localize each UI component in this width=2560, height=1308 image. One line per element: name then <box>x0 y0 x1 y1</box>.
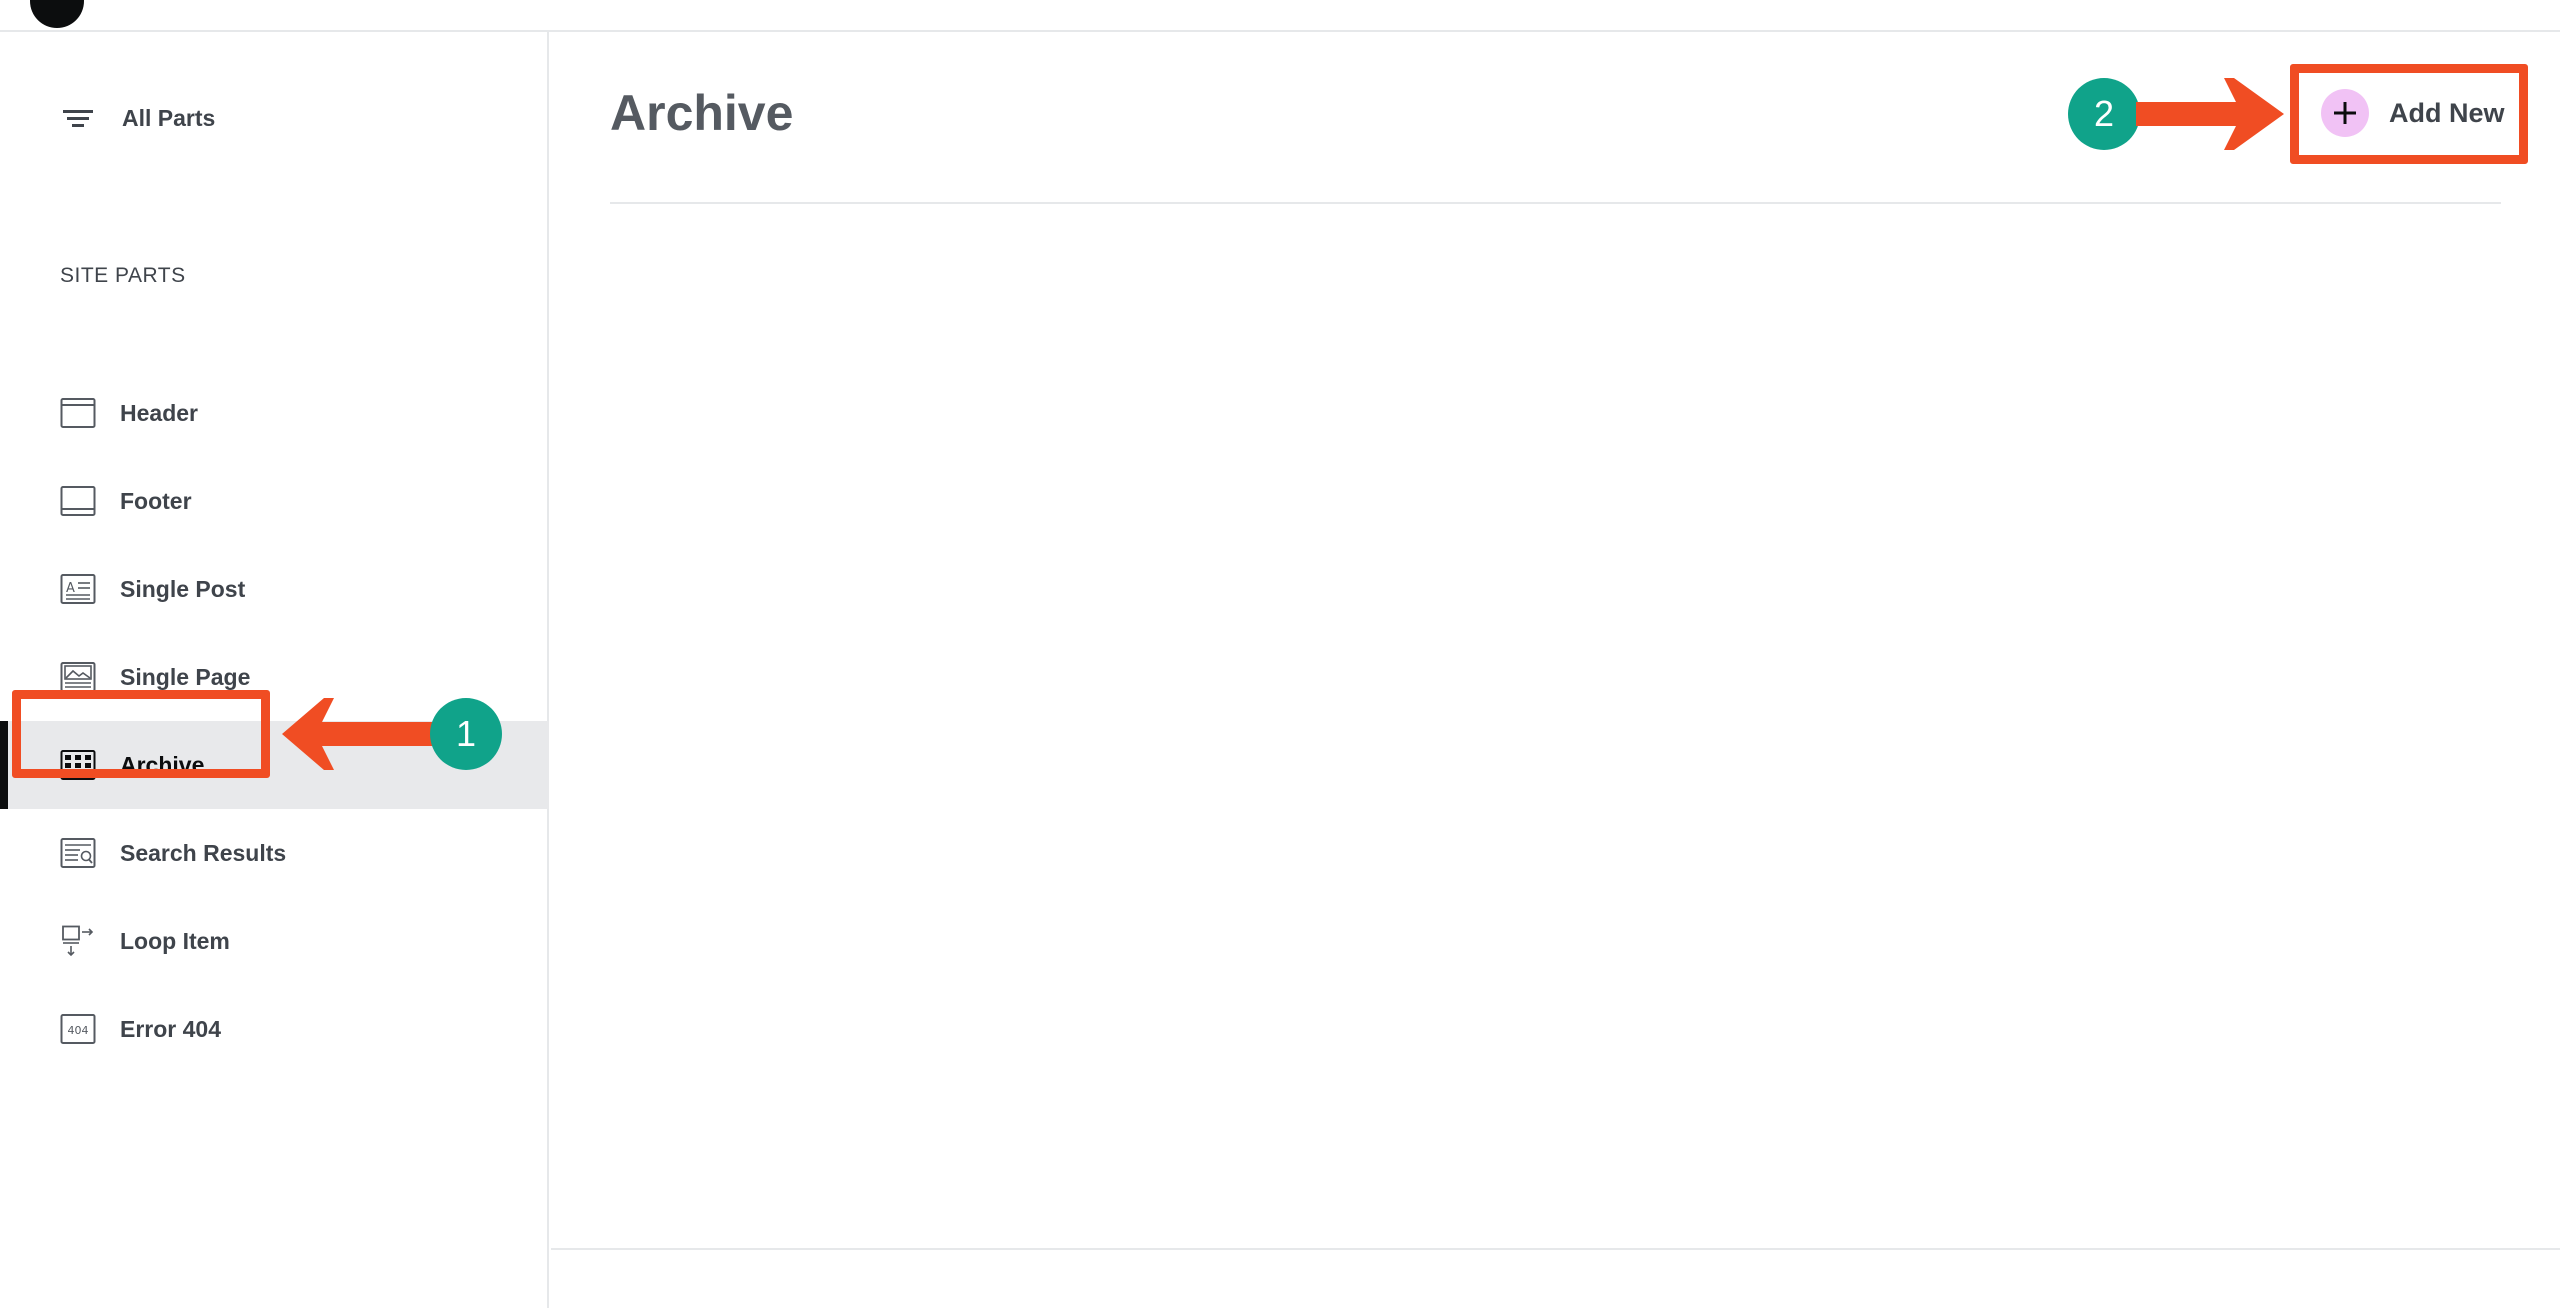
sidebar-item-label: Single Post <box>120 575 246 602</box>
sidebar-item-label: Header <box>120 399 198 426</box>
single-post-icon: A <box>60 574 96 604</box>
single-page-icon <box>60 662 96 692</box>
top-bar <box>0 0 2560 32</box>
all-parts-link[interactable]: All Parts <box>60 100 215 136</box>
footer-icon <box>60 486 96 516</box>
sidebar: All Parts SITE PARTS Header Footer A Sin… <box>0 32 549 1308</box>
site-parts-heading: SITE PARTS <box>60 264 186 287</box>
svg-text:A: A <box>66 581 75 596</box>
sidebar-item-footer[interactable]: Footer <box>0 457 549 545</box>
step-badge-1: 1 <box>430 698 502 770</box>
highlight-box-add-new <box>2290 64 2528 164</box>
sidebar-item-label: Footer <box>120 487 192 514</box>
step-badge-2: 2 <box>2068 78 2140 150</box>
sidebar-item-error-404[interactable]: 404 Error 404 <box>0 985 549 1073</box>
highlight-box-archive <box>12 690 270 778</box>
error-404-icon-text: 404 <box>68 1024 89 1037</box>
sidebar-item-label: Search Results <box>120 839 287 866</box>
all-parts-label: All Parts <box>122 104 216 131</box>
footer-divider <box>551 1248 2560 1250</box>
sidebar-item-loop-item[interactable]: Loop Item <box>0 897 549 985</box>
page-title: Archive <box>610 85 794 141</box>
sidebar-item-label: Single Page <box>120 663 251 690</box>
sidebar-item-label: Loop Item <box>120 927 230 954</box>
header-icon <box>60 398 96 428</box>
header-divider <box>610 202 2501 204</box>
main-content: Archive Add New <box>551 32 2560 1308</box>
left-arrow-icon <box>282 698 444 770</box>
filter-icon <box>63 110 93 127</box>
error-404-icon: 404 <box>60 1014 96 1044</box>
right-arrow-icon <box>2136 78 2284 150</box>
app-logo[interactable] <box>30 0 84 28</box>
sidebar-item-search-results[interactable]: Search Results <box>0 809 549 897</box>
sidebar-item-single-post[interactable]: A Single Post <box>0 545 549 633</box>
sidebar-item-label: Error 404 <box>120 1015 222 1042</box>
loop-item-icon <box>62 925 94 957</box>
sidebar-item-header[interactable]: Header <box>0 369 549 457</box>
search-results-icon <box>60 838 96 868</box>
